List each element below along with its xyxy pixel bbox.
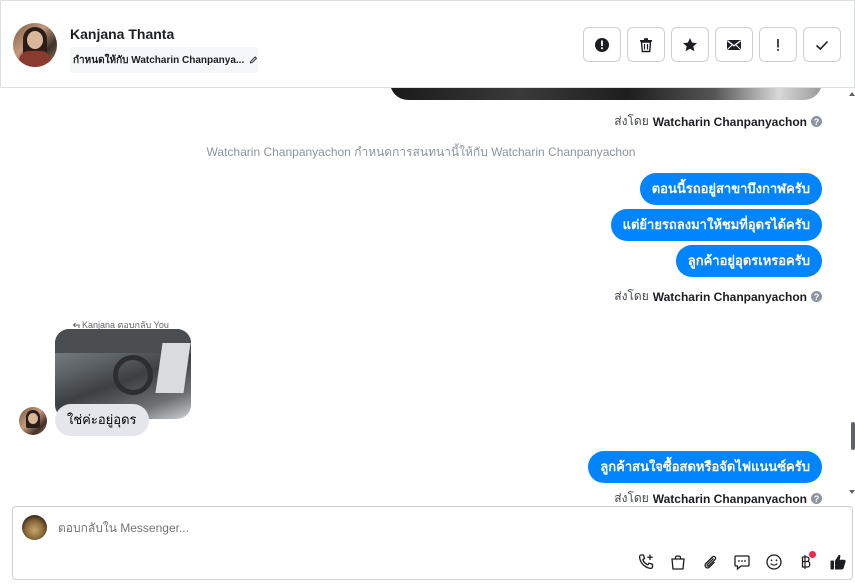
sent-by-line: ส่งโดย Watcharin Chanpanyachon ? bbox=[614, 112, 822, 131]
outgoing-message[interactable]: ลูกค้าสนใจซื้อสดหรือจัดไฟแนนซ์ครับ bbox=[588, 451, 822, 483]
smiley-icon bbox=[766, 554, 782, 570]
sent-by-prefix: ส่งโดย bbox=[614, 289, 649, 303]
scroll-down-arrow[interactable] bbox=[849, 490, 855, 494]
thumbs-up-icon bbox=[830, 554, 846, 570]
outgoing-message[interactable]: ตอนนี้รถอยู่สาขาบึงกาฬครับ bbox=[639, 173, 822, 205]
chat-bubble-icon bbox=[734, 555, 750, 571]
pencil-icon[interactable] bbox=[249, 55, 258, 65]
emoji-button[interactable] bbox=[758, 551, 790, 573]
attach-button[interactable] bbox=[694, 551, 726, 573]
message-thread[interactable]: ส่งโดย Watcharin Chanpanyachon ? Watchar… bbox=[0, 88, 852, 504]
help-icon[interactable]: ? bbox=[811, 493, 822, 504]
system-message: Watcharin Chanpanyachon กำหนดการสนทนานี้… bbox=[206, 145, 636, 159]
contact-avatar-small[interactable] bbox=[19, 407, 47, 435]
payment-button[interactable] bbox=[790, 551, 822, 573]
checkmark-icon bbox=[815, 40, 829, 50]
call-button[interactable] bbox=[630, 551, 662, 573]
reply-input[interactable] bbox=[58, 521, 558, 535]
outgoing-message[interactable]: ลูกค้าอยู่อุดรเหรอครับ bbox=[675, 245, 822, 277]
spam-button[interactable] bbox=[583, 27, 621, 62]
follow-up-button[interactable] bbox=[759, 27, 797, 62]
exclamation-icon bbox=[777, 38, 779, 51]
sent-by-prefix: ส่งโดย bbox=[614, 491, 649, 504]
shopping-bag-icon bbox=[671, 555, 685, 570]
shop-button[interactable] bbox=[662, 551, 694, 573]
sent-by-prefix: ส่งโดย bbox=[614, 114, 649, 128]
sender-name[interactable]: Watcharin Chanpanyachon bbox=[653, 290, 807, 304]
sender-name[interactable]: Watcharin Chanpanyachon bbox=[653, 492, 807, 505]
action-toolbar bbox=[583, 27, 841, 62]
envelope-icon bbox=[727, 39, 741, 50]
sent-by-line: ส่งโดย Watcharin Chanpanyachon ? bbox=[614, 287, 822, 306]
delete-button[interactable] bbox=[627, 27, 665, 62]
phone-plus-icon bbox=[638, 554, 654, 570]
incoming-message[interactable]: ใช่ค่ะอยู่อุดร bbox=[55, 404, 149, 436]
reply-arrow-icon bbox=[72, 322, 80, 328]
trash-icon bbox=[640, 37, 652, 52]
composer-toolbar bbox=[630, 551, 854, 573]
star-button[interactable] bbox=[671, 27, 709, 62]
contact-name[interactable]: Kanjana Thanta bbox=[70, 26, 174, 42]
outgoing-message[interactable]: แต่ย้ายรถลงมาให้ชมที่อุดรได้ครับ bbox=[610, 209, 822, 241]
conversation-header: Kanjana Thanta กำหนดให้กับ Watcharin Cha… bbox=[0, 0, 855, 88]
notification-dot bbox=[809, 551, 816, 558]
page-avatar bbox=[22, 515, 47, 540]
help-icon[interactable]: ? bbox=[811, 116, 822, 127]
paperclip-icon bbox=[704, 555, 717, 569]
sent-by-line: ส่งโดย Watcharin Chanpanyachon ? bbox=[614, 489, 822, 504]
help-icon[interactable]: ? bbox=[811, 291, 822, 302]
scrollbar-thumb[interactable] bbox=[851, 422, 855, 450]
like-button[interactable] bbox=[822, 551, 854, 573]
assignment-text: กำหนดให้กับ Watcharin Chanpanya... bbox=[73, 54, 245, 66]
sender-name[interactable]: Watcharin Chanpanyachon bbox=[653, 115, 807, 129]
done-button[interactable] bbox=[803, 27, 841, 62]
mark-unread-button[interactable] bbox=[715, 27, 753, 62]
scroll-up-arrow[interactable] bbox=[849, 92, 855, 96]
shared-photo-message[interactable] bbox=[390, 88, 822, 100]
star-icon bbox=[683, 37, 697, 51]
reply-composer bbox=[12, 506, 853, 580]
saved-replies-button[interactable] bbox=[726, 551, 758, 573]
alert-circle-icon bbox=[595, 37, 609, 52]
contact-avatar[interactable] bbox=[13, 23, 57, 67]
assignment-row[interactable]: กำหนดให้กับ Watcharin Chanpanya... bbox=[70, 47, 258, 73]
